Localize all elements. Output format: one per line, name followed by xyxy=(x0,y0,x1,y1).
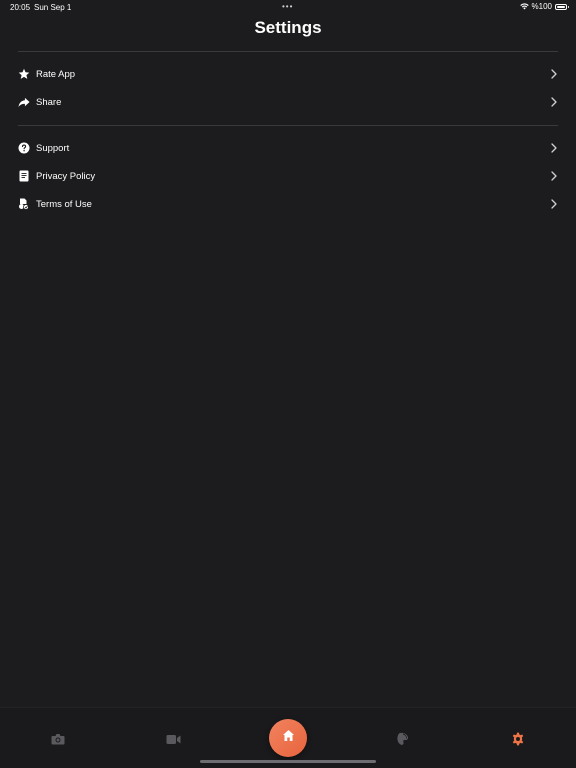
home-icon xyxy=(282,729,295,747)
row-label: Rate App xyxy=(36,68,76,80)
chevron-right-icon xyxy=(550,69,558,79)
gear-icon xyxy=(511,732,525,746)
tab-home[interactable] xyxy=(269,719,307,757)
tab-camera[interactable] xyxy=(43,724,73,754)
divider-top xyxy=(18,51,558,52)
status-right: %100 xyxy=(519,2,569,11)
palette-icon xyxy=(396,732,410,746)
chevron-right-icon xyxy=(550,171,558,181)
row-share[interactable]: Share xyxy=(18,90,558,114)
question-circle-icon xyxy=(18,142,30,154)
star-icon xyxy=(18,68,30,80)
wifi-icon xyxy=(519,3,529,10)
home-indicator xyxy=(200,760,376,763)
tab-bar xyxy=(0,707,576,768)
tab-video[interactable] xyxy=(158,724,188,754)
row-support[interactable]: Support xyxy=(18,136,558,160)
tab-settings[interactable] xyxy=(503,724,533,754)
row-terms-of-use[interactable]: Terms of Use xyxy=(18,192,558,216)
row-label: Share xyxy=(36,96,62,108)
terms-icon xyxy=(18,198,30,210)
page-title: Settings xyxy=(254,18,322,37)
chevron-right-icon xyxy=(550,143,558,153)
document-icon xyxy=(18,170,30,182)
status-bar: 20:05 Sun Sep 1 ••• %100 xyxy=(0,0,576,14)
chevron-right-icon xyxy=(550,97,558,107)
battery-icon xyxy=(555,3,569,10)
chevron-right-icon xyxy=(550,199,558,209)
status-date: Sun Sep 1 xyxy=(34,3,72,12)
status-time: 20:05 xyxy=(10,3,31,12)
share-arrow-icon xyxy=(18,96,30,108)
battery-percent: %100 xyxy=(531,2,552,11)
row-label: Privacy Policy xyxy=(36,170,96,182)
row-label: Terms of Use xyxy=(36,198,92,210)
row-privacy-policy[interactable]: Privacy Policy xyxy=(18,164,558,188)
row-label: Support xyxy=(36,142,70,154)
divider-middle xyxy=(18,125,558,126)
camera-icon xyxy=(51,733,65,745)
video-icon xyxy=(166,734,181,745)
tab-palette[interactable] xyxy=(388,724,418,754)
multitask-dots[interactable]: ••• xyxy=(282,2,293,11)
row-rate-app[interactable]: Rate App xyxy=(18,62,558,86)
